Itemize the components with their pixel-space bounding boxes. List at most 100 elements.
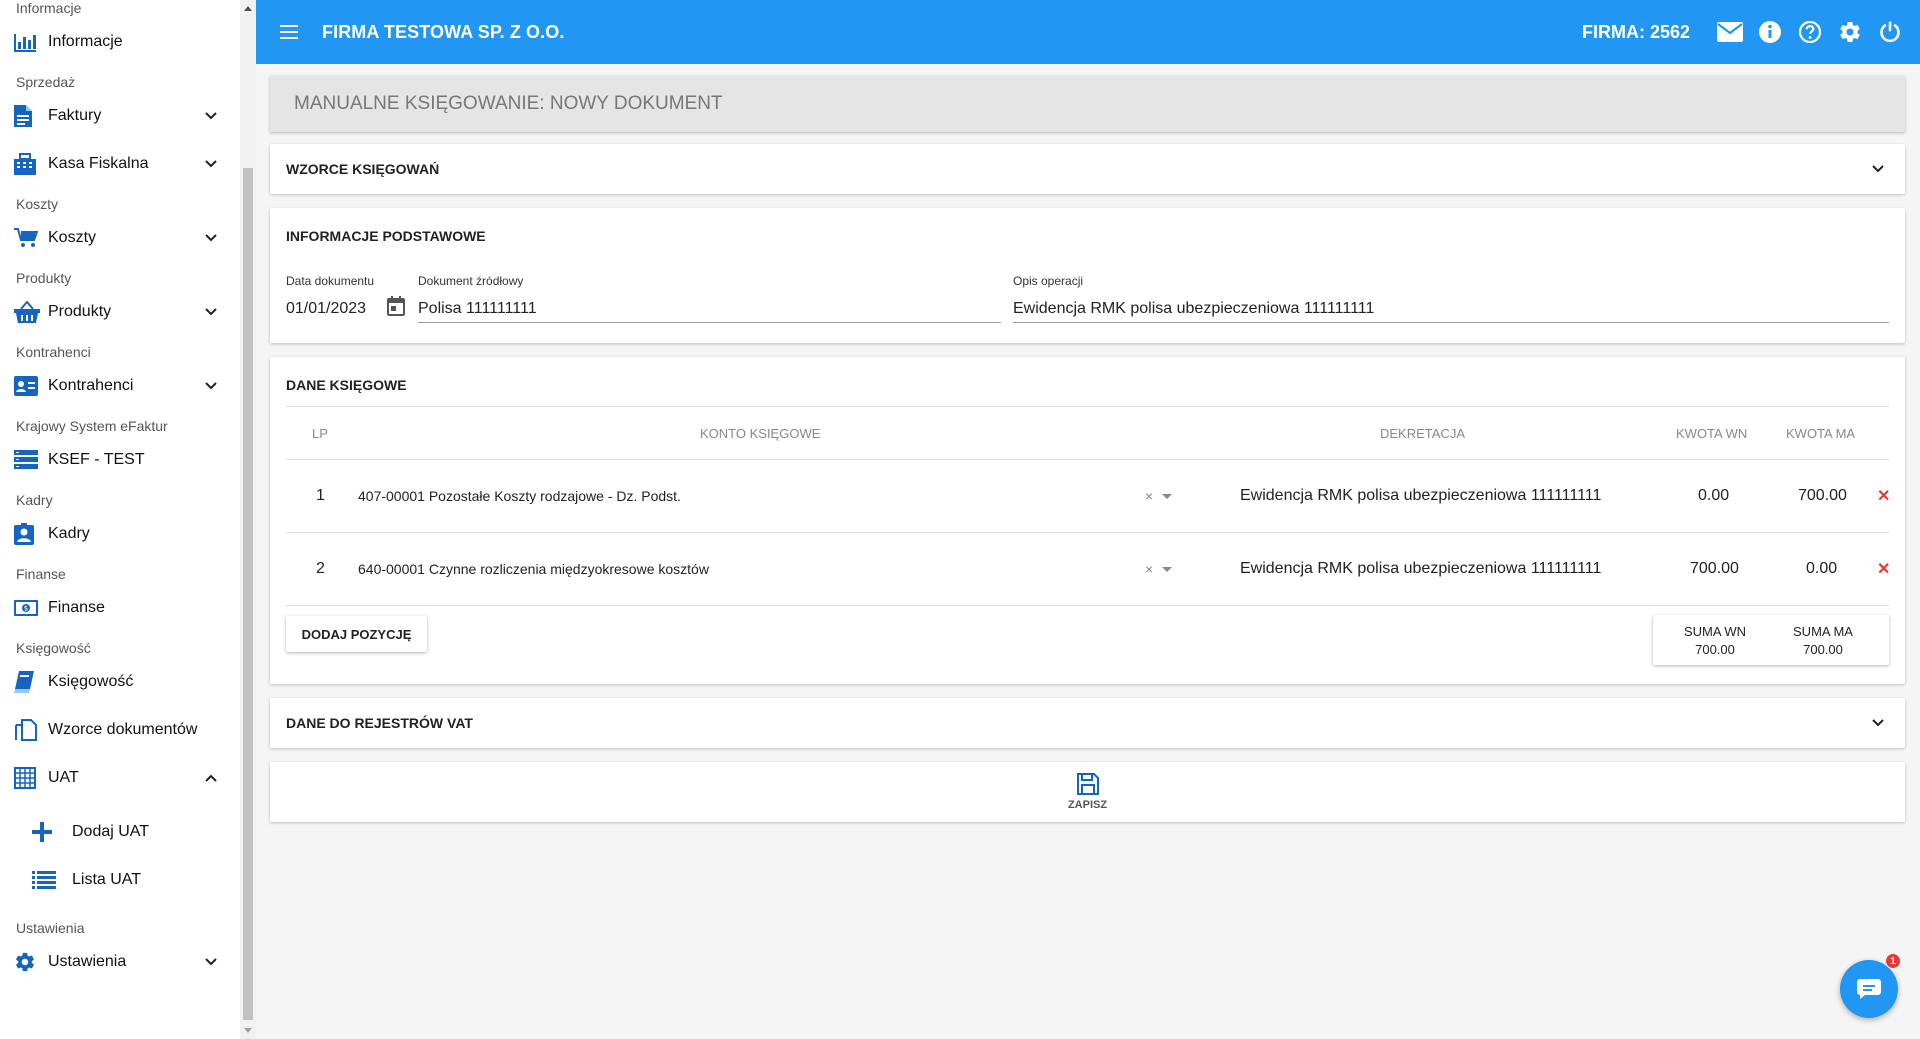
source-document-value[interactable]: Polisa 111111111 bbox=[418, 298, 1001, 320]
chevron-down-icon bbox=[205, 958, 217, 966]
sidebar-item-label: Ustawienia bbox=[48, 953, 127, 970]
info-icon[interactable] bbox=[1756, 18, 1784, 46]
sidebar-item-label: KSEF - TEST bbox=[48, 451, 145, 468]
cash-register-icon bbox=[14, 152, 42, 176]
sidebar-item-produkty[interactable]: Produkty bbox=[0, 288, 240, 336]
sum-wn-value: 700.00 bbox=[1695, 642, 1735, 657]
amount-ma-input[interactable]: 0.00 bbox=[1806, 533, 1837, 605]
plus-icon bbox=[32, 820, 66, 844]
person-badge-icon bbox=[14, 522, 42, 546]
accounting-table: LP KONTO KSIĘGOWE DEKRETACJA KWOTA WN KW… bbox=[286, 406, 1890, 606]
main-content: MANUALNE KSIĘGOWANIE: NOWY DOKUMENT WZOR… bbox=[270, 76, 1905, 822]
decree-input[interactable]: Ewidencja RMK polisa ubezpieczeniowa 111… bbox=[1240, 533, 1601, 605]
money-icon: $ bbox=[14, 596, 42, 620]
chevron-down-icon bbox=[205, 234, 217, 242]
amount-wn-input[interactable]: 700.00 bbox=[1690, 533, 1739, 605]
sidebar-item-label: Faktury bbox=[48, 107, 102, 124]
vat-registers-expansion-panel[interactable]: DANE DO REJESTRÓW VAT bbox=[270, 698, 1905, 748]
sidebar-item-label: Lista UAT bbox=[72, 871, 142, 888]
add-position-button[interactable]: DODAJ POZYCJĘ bbox=[286, 616, 427, 652]
sum-ma-label: SUMA MA bbox=[1793, 624, 1853, 639]
amount-wn-input[interactable]: 0.00 bbox=[1698, 460, 1729, 532]
settings-icon[interactable] bbox=[1836, 18, 1864, 46]
sidebar-item-kasa-fiskalna[interactable]: Kasa Fiskalna bbox=[0, 140, 240, 188]
hamburger-menu-icon[interactable] bbox=[280, 24, 302, 40]
sidebar: Informacje Informacje Sprzedaż Faktury K… bbox=[0, 0, 256, 1039]
list-icon bbox=[32, 868, 66, 892]
sidebar-scrollbar[interactable] bbox=[240, 0, 256, 1039]
table-header: LP KONTO KSIĘGOWE DEKRETACJA KWOTA WN KW… bbox=[286, 407, 1889, 459]
power-icon[interactable] bbox=[1876, 18, 1904, 46]
document-date-label: Data dokumentu bbox=[286, 274, 375, 288]
column-header-decree: DEKRETACJA bbox=[1380, 425, 1465, 441]
scrollbar-thumb[interactable] bbox=[243, 168, 253, 1020]
templates-panel-title: WZORCE KSIĘGOWAŃ bbox=[286, 161, 440, 177]
document-icon bbox=[14, 104, 42, 128]
sidebar-item-label: Produkty bbox=[48, 303, 112, 320]
chevron-up-icon bbox=[205, 774, 217, 782]
delete-row-icon[interactable]: ✕ bbox=[1877, 533, 1890, 605]
company-name: FIRMA TESTOWA SP. Z O.O. bbox=[322, 21, 565, 42]
calendar-icon[interactable] bbox=[387, 296, 405, 316]
amount-ma-input[interactable]: 700.00 bbox=[1798, 460, 1847, 532]
sidebar-item-ustawienia[interactable]: Ustawienia bbox=[0, 938, 240, 986]
sidebar-item-ksef-test[interactable]: KSEF - TEST bbox=[0, 436, 240, 484]
chevron-down-icon bbox=[205, 160, 217, 168]
server-icon bbox=[14, 448, 42, 472]
notification-badge: 1 bbox=[1885, 953, 1901, 969]
chat-button[interactable] bbox=[1840, 960, 1898, 1018]
chevron-down-icon[interactable] bbox=[1871, 162, 1885, 176]
templates-expansion-panel[interactable]: WZORCE KSIĘGOWAŃ bbox=[270, 144, 1905, 194]
sidebar-item-wzorce-dokumentow[interactable]: Wzorce dokumentów bbox=[0, 706, 240, 754]
section-header-informacje: Informacje bbox=[16, 0, 82, 16]
sidebar-item-ksiegowosc[interactable]: Księgowość bbox=[0, 658, 240, 706]
clear-icon[interactable]: × bbox=[1145, 460, 1153, 532]
table-row: 2 640-00001 Czynne rozliczenia międzyokr… bbox=[286, 532, 1890, 605]
top-app-bar: FIRMA TESTOWA SP. Z O.O. FIRMA: 2562 bbox=[256, 0, 1920, 64]
scroll-down-arrow[interactable] bbox=[244, 1028, 252, 1033]
chevron-down-icon bbox=[205, 112, 217, 120]
help-icon[interactable] bbox=[1796, 18, 1824, 46]
delete-row-icon[interactable]: ✕ bbox=[1877, 460, 1890, 532]
mail-icon[interactable] bbox=[1716, 18, 1744, 46]
sum-wn-label: SUMA WN bbox=[1683, 624, 1747, 639]
clear-icon[interactable]: × bbox=[1145, 533, 1153, 605]
dropdown-arrow-icon[interactable] bbox=[1162, 533, 1172, 605]
column-header-ma: KWOTA MA bbox=[1786, 425, 1856, 441]
account-select[interactable]: 407-00001 Pozostałe Koszty rodzajowe - D… bbox=[358, 460, 681, 532]
operation-description-value[interactable]: Ewidencja RMK polisa ubezpieczeniowa 111… bbox=[1013, 298, 1889, 320]
save-label: ZAPISZ bbox=[1067, 799, 1108, 811]
sidebar-item-finanse[interactable]: $ Finanse bbox=[0, 584, 240, 632]
accounting-data-title: DANE KSIĘGOWE bbox=[286, 377, 407, 393]
sidebar-item-koszty[interactable]: Koszty bbox=[0, 214, 240, 262]
sidebar-item-informacje[interactable]: Informacje bbox=[0, 18, 240, 66]
sidebar-item-kontrahenci[interactable]: Kontrahenci bbox=[0, 362, 240, 410]
sum-wn: SUMA WN 700.00 bbox=[1665, 623, 1765, 659]
save-button[interactable]: ZAPISZ bbox=[1068, 773, 1107, 811]
sidebar-item-lista-uat[interactable]: Lista UAT bbox=[0, 856, 240, 904]
chevron-down-icon[interactable] bbox=[1871, 716, 1885, 730]
section-header-ksiegowosc: Księgowość bbox=[16, 640, 91, 656]
sidebar-item-label: UAT bbox=[48, 769, 79, 786]
sidebar-item-label: Kontrahenci bbox=[48, 377, 134, 394]
source-document-field[interactable]: Dokument źródłowy Polisa 111111111 bbox=[418, 274, 1001, 323]
basic-info-card: INFORMACJE PODSTAWOWE Data dokumentu 01/… bbox=[270, 208, 1905, 343]
copy-documents-icon bbox=[14, 718, 42, 742]
input-underline bbox=[418, 322, 1001, 323]
grid-icon bbox=[14, 766, 42, 790]
operation-description-field[interactable]: Opis operacji Ewidencja RMK polisa ubezp… bbox=[1013, 274, 1889, 323]
accounting-data-card: DANE KSIĘGOWE LP KONTO KSIĘGOWE DEKRETAC… bbox=[270, 357, 1905, 684]
table-row: 1 407-00001 Pozostałe Koszty rodzajowe -… bbox=[286, 459, 1890, 532]
sidebar-item-uat[interactable]: UAT bbox=[0, 754, 240, 802]
section-header-ustawienia: Ustawienia bbox=[16, 920, 85, 936]
account-select[interactable]: 640-00001 Czynne rozliczenia międzyokres… bbox=[358, 533, 709, 605]
decree-input[interactable]: Ewidencja RMK polisa ubezpieczeniowa 111… bbox=[1240, 460, 1601, 532]
document-date-field[interactable]: Data dokumentu 01/01/2023 bbox=[286, 274, 411, 320]
scroll-up-arrow[interactable] bbox=[244, 6, 252, 11]
source-document-label: Dokument źródłowy bbox=[418, 274, 524, 288]
sidebar-item-kadry[interactable]: Kadry bbox=[0, 510, 240, 558]
dropdown-arrow-icon[interactable] bbox=[1162, 460, 1172, 532]
chevron-down-icon bbox=[205, 382, 217, 390]
sidebar-item-faktury[interactable]: Faktury bbox=[0, 92, 240, 140]
sidebar-item-dodaj-uat[interactable]: Dodaj UAT bbox=[0, 808, 240, 856]
